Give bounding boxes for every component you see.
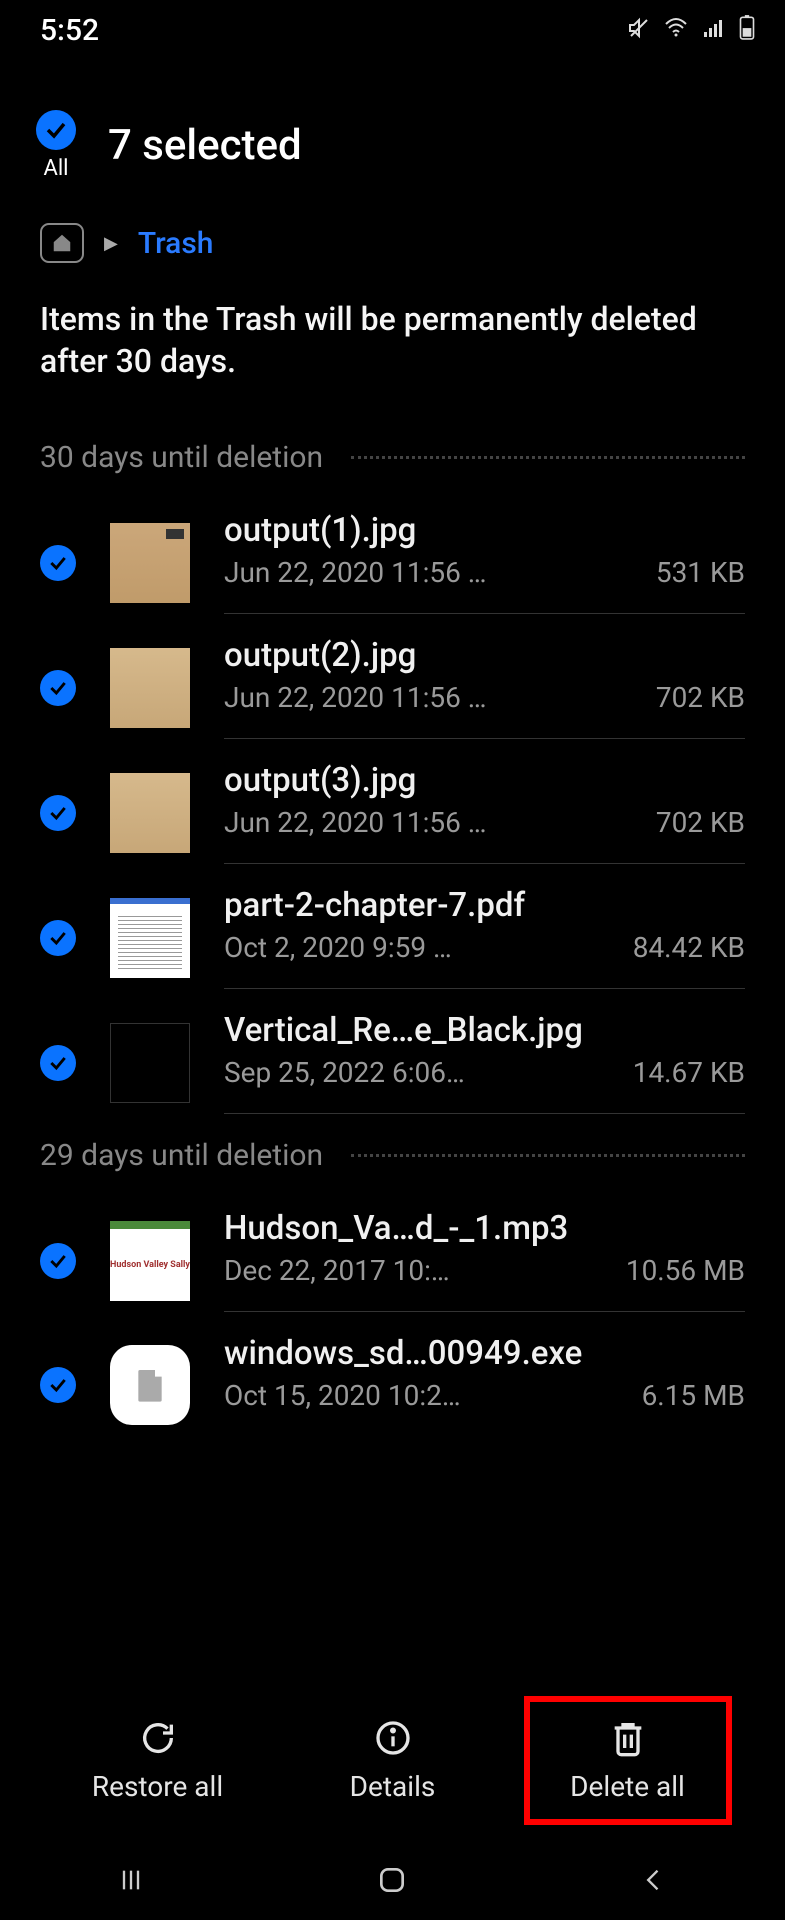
file-info: windows_sd…00949.exe Oct 15, 2020 10:2… 6.…: [224, 1334, 745, 1436]
file-name: output(1).jpg: [224, 511, 745, 550]
restore-all-button[interactable]: Restore all: [58, 1700, 258, 1821]
file-size: 84.42 KB: [633, 931, 745, 964]
check-icon: [36, 110, 76, 150]
file-name: output(3).jpg: [224, 761, 745, 800]
selection-header: All 7 selected: [0, 60, 785, 195]
file-row[interactable]: Hudson Valley Sally Hudson_Va…d_-_1.mp3 De…: [0, 1187, 785, 1312]
section-header: 29 days until deletion: [0, 1114, 785, 1187]
file-info: Hudson_Va…d_-_1.mp3 Dec 22, 2017 10:… 10.5…: [224, 1209, 745, 1312]
file-thumbnail: Hudson Valley Sally: [110, 1221, 190, 1301]
file-checkbox[interactable]: [40, 795, 76, 831]
section-header: 30 days until deletion: [0, 416, 785, 489]
file-size: 702 KB: [656, 681, 745, 714]
file-checkbox[interactable]: [40, 670, 76, 706]
file-date: Oct 15, 2020 10:2…: [224, 1379, 614, 1412]
battery-icon: [739, 13, 755, 48]
file-row[interactable]: output(2).jpg Jun 22, 2020 11:56 … 702 KB: [0, 614, 785, 739]
file-info: Vertical_Re…e_Black.jpg Sep 25, 2022 6:06…: [224, 1011, 745, 1114]
file-size: 6.15 MB: [642, 1379, 745, 1412]
status-icons: [627, 13, 755, 48]
file-row[interactable]: output(3).jpg Jun 22, 2020 11:56 … 702 KB: [0, 739, 785, 864]
status-bar: 5:52: [0, 0, 785, 60]
restore-label: Restore all: [92, 1770, 223, 1803]
file-checkbox[interactable]: [40, 1045, 76, 1081]
section-label: 29 days until deletion: [40, 1138, 323, 1173]
file-info: part-2-chapter-7.pdf Oct 2, 2020 9:59 … 84…: [224, 886, 745, 989]
recent-apps-button[interactable]: [113, 1862, 149, 1898]
file-size: 702 KB: [656, 806, 745, 839]
file-date: Jun 22, 2020 11:56 …: [224, 806, 628, 839]
wifi-icon: [663, 13, 689, 48]
details-button[interactable]: Details: [293, 1700, 493, 1821]
home-icon[interactable]: [40, 223, 84, 263]
file-thumbnail: [110, 1023, 190, 1103]
file-row[interactable]: windows_sd…00949.exe Oct 15, 2020 10:2… 6.…: [0, 1312, 785, 1436]
file-checkbox[interactable]: [40, 1367, 76, 1403]
mute-icon: [627, 13, 651, 48]
file-date: Dec 22, 2017 10:…: [224, 1254, 598, 1287]
system-nav-bar: [0, 1840, 785, 1920]
file-size: 531 KB: [656, 556, 745, 589]
file-date: Jun 22, 2020 11:56 …: [224, 556, 628, 589]
file-checkbox[interactable]: [40, 1243, 76, 1279]
trash-notice: Items in the Trash will be permanently d…: [0, 283, 785, 416]
selection-count: 7 selected: [108, 121, 302, 170]
divider-dots: [351, 1154, 745, 1157]
file-name: windows_sd…00949.exe: [224, 1334, 745, 1373]
file-size: 10.56 MB: [626, 1254, 745, 1287]
file-row[interactable]: output(1).jpg Jun 22, 2020 11:56 … 531 KB: [0, 489, 785, 614]
chevron-right-icon: ▶: [104, 233, 118, 254]
file-thumbnail: [110, 648, 190, 728]
file-thumbnail: [110, 773, 190, 853]
file-size: 14.67 KB: [633, 1056, 745, 1089]
delete-all-button[interactable]: Delete all: [528, 1700, 728, 1821]
file-date: Sep 25, 2022 6:06…: [224, 1056, 605, 1089]
file-list: 30 days until deletion output(1).jpg Jun 2…: [0, 416, 785, 1436]
delete-label: Delete all: [570, 1770, 685, 1803]
file-date: Oct 2, 2020 9:59 …: [224, 931, 605, 964]
file-name: Vertical_Re…e_Black.jpg: [224, 1011, 745, 1050]
file-info: output(2).jpg Jun 22, 2020 11:56 … 702 KB: [224, 636, 745, 739]
select-all-label: All: [43, 156, 68, 181]
file-name: part-2-chapter-7.pdf: [224, 886, 745, 925]
home-button[interactable]: [374, 1862, 410, 1898]
select-all-toggle[interactable]: All: [36, 110, 76, 181]
breadcrumb-current[interactable]: Trash: [138, 226, 214, 261]
breadcrumb: ▶ Trash: [0, 195, 785, 283]
file-name: output(2).jpg: [224, 636, 745, 675]
details-label: Details: [350, 1770, 436, 1803]
file-checkbox[interactable]: [40, 545, 76, 581]
signal-icon: [701, 13, 727, 48]
back-button[interactable]: [636, 1862, 672, 1898]
action-bar: Restore all Details Delete all: [0, 1680, 785, 1840]
file-name: Hudson_Va…d_-_1.mp3: [224, 1209, 745, 1248]
file-info: output(3).jpg Jun 22, 2020 11:56 … 702 KB: [224, 761, 745, 864]
file-thumbnail: [110, 523, 190, 603]
file-checkbox[interactable]: [40, 920, 76, 956]
section-label: 30 days until deletion: [40, 440, 323, 475]
divider-dots: [351, 456, 745, 459]
file-thumbnail: [110, 1345, 190, 1425]
file-thumbnail: [110, 898, 190, 978]
file-row[interactable]: part-2-chapter-7.pdf Oct 2, 2020 9:59 … 84…: [0, 864, 785, 989]
file-row[interactable]: Vertical_Re…e_Black.jpg Sep 25, 2022 6:06…: [0, 989, 785, 1114]
file-date: Jun 22, 2020 11:56 …: [224, 681, 628, 714]
file-info: output(1).jpg Jun 22, 2020 11:56 … 531 KB: [224, 511, 745, 614]
status-time: 5:52: [40, 13, 99, 48]
